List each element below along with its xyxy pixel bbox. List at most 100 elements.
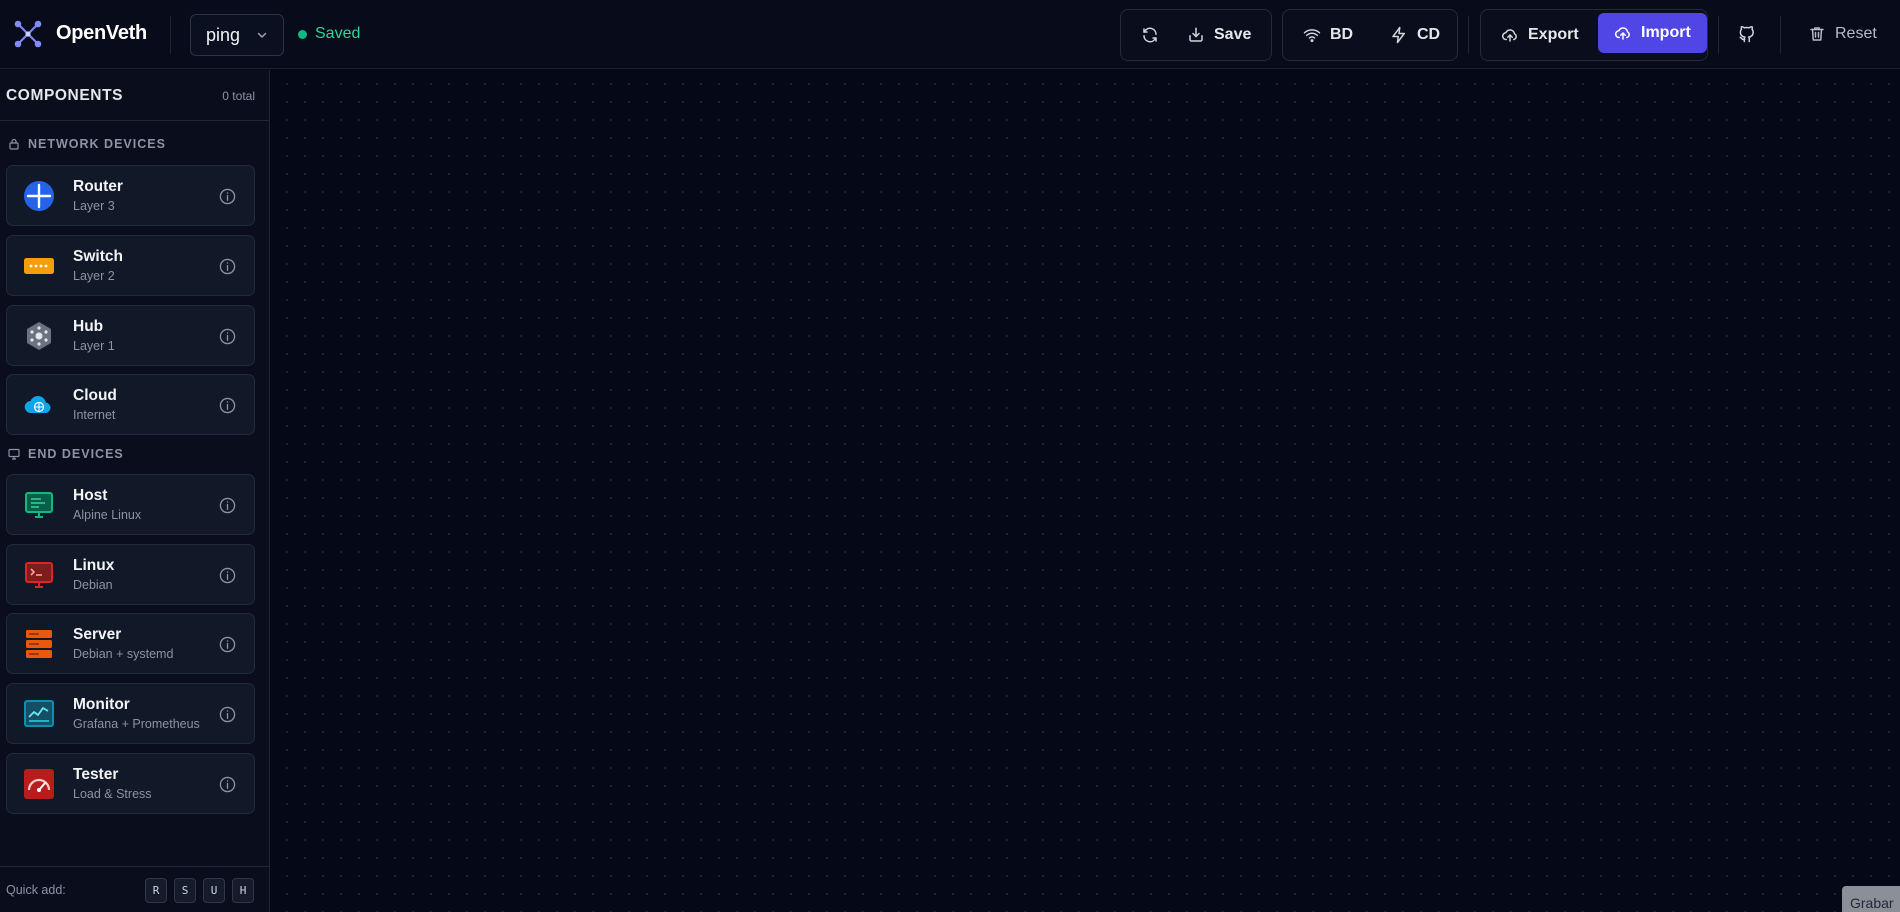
hub-icon [27,322,51,350]
component-linux[interactable]: Linux Debian [6,544,255,605]
section-end-devices: END DEVICES [8,447,124,461]
file-button-group: Save [1120,9,1272,61]
github-icon [1739,25,1754,43]
component-subtitle: Internet [73,408,116,422]
linux-icon [25,562,53,588]
section-network-devices: NETWORK DEVICES [8,137,166,151]
component-name: Monitor [73,696,130,713]
cloud-upload-icon [1501,29,1517,42]
export-button[interactable]: Export [1501,18,1579,52]
network-button-group: BD CD [1282,9,1458,61]
component-subtitle: Layer 2 [73,269,115,283]
component-name: Router [73,178,123,195]
app-title: OpenVeth [56,22,147,44]
info-icon[interactable] [219,258,236,275]
reset-button[interactable]: Reset [1808,17,1877,51]
chevron-down-icon [257,32,267,38]
app-window: OpenVeth ping Saved Save BD CD Export Im… [0,0,1900,912]
divider [1468,16,1469,54]
lock-icon [9,138,19,150]
reset-button-label: Reset [1835,25,1877,42]
quick-add-switch-key[interactable]: S [174,878,196,903]
component-tester[interactable]: Tester Load & Stress [6,753,255,814]
import-button-label: Import [1641,24,1691,41]
refresh-icon [1143,27,1157,43]
save-button[interactable]: Save [1187,18,1251,52]
component-router[interactable]: Router Layer 3 [6,165,255,226]
refresh-button[interactable] [1135,18,1165,52]
info-icon[interactable] [219,776,236,793]
info-icon[interactable] [219,397,236,414]
component-cloud[interactable]: Cloud Internet [6,374,255,435]
quick-add-label: Quick add: [6,883,66,897]
component-subtitle: Alpine Linux [73,508,142,522]
component-server[interactable]: Server Debian + systemd [6,613,255,674]
info-icon[interactable] [219,188,236,205]
cd-button-label: CD [1417,26,1441,43]
sidebar-title: COMPONENTS [6,87,124,104]
router-icon [24,181,54,211]
info-icon[interactable] [219,636,236,653]
component-name: Tester [73,766,119,783]
quick-add-bar: Quick add: R S U H [0,866,270,912]
server-icon [26,630,52,658]
sidebar-header: COMPONENTS 0 total [0,70,270,121]
openveth-logo-icon [14,20,42,48]
wifi-icon [1303,29,1321,43]
project-name: ping [206,24,241,45]
bd-button-label: BD [1330,26,1354,43]
divider [170,16,171,54]
top-bar: OpenVeth ping Saved Save BD CD Export Im… [0,0,1900,69]
component-hub[interactable]: Hub Layer 1 [6,305,255,366]
cd-button[interactable]: CD [1390,18,1440,52]
info-icon[interactable] [219,567,236,584]
divider [1718,16,1719,54]
cloud-import-icon [1614,27,1630,40]
component-name: Host [73,487,108,504]
component-name: Cloud [73,387,117,404]
cloud-icon [24,395,51,414]
quick-add-hub-key[interactable]: H [232,878,254,903]
component-subtitle: Debian [73,578,113,592]
component-subtitle: Debian + systemd [73,647,174,661]
info-icon[interactable] [219,706,236,723]
component-name: Server [73,626,122,643]
components-sidebar: COMPONENTS 0 total NETWORK DEVICES Route… [0,70,270,912]
save-status-label: Saved [315,25,361,42]
switch-icon [24,258,54,274]
components-count: 0 total [222,89,255,103]
host-icon [25,492,53,518]
component-subtitle: Grafana + Prometheus [73,717,200,731]
component-switch[interactable]: Switch Layer 2 [6,235,255,296]
project-select[interactable]: ping [190,14,284,56]
github-button[interactable] [1738,17,1756,51]
save-download-icon [1189,27,1203,42]
component-subtitle: Layer 1 [73,339,115,353]
transfer-button-group: Export Import [1480,9,1708,61]
save-status: Saved [298,25,360,43]
component-host[interactable]: Host Alpine Linux [6,474,255,535]
quick-add-router-key[interactable]: R [145,878,167,903]
section-label: END DEVICES [28,447,124,461]
info-icon[interactable] [219,328,236,345]
component-subtitle: Layer 3 [73,199,115,213]
bd-button[interactable]: BD [1303,18,1353,52]
import-button[interactable]: Import [1598,13,1707,53]
topology-canvas[interactable]: Grabar [271,70,1900,912]
quick-add-u-key[interactable]: U [203,878,225,903]
record-chip[interactable]: Grabar [1842,886,1900,912]
status-dot [298,29,307,39]
lightning-icon [1392,26,1405,44]
export-button-label: Export [1528,26,1579,43]
component-subtitle: Load & Stress [73,787,152,801]
divider [1780,16,1781,54]
info-icon[interactable] [219,497,236,514]
component-name: Linux [73,557,115,574]
monitor-icon [8,448,20,460]
monitor-chart-icon [24,700,54,727]
section-label: NETWORK DEVICES [28,137,166,151]
gauge-icon [24,769,54,799]
component-name: Switch [73,248,123,265]
trash-icon [1810,27,1824,41]
component-monitor[interactable]: Monitor Grafana + Prometheus [6,683,255,744]
